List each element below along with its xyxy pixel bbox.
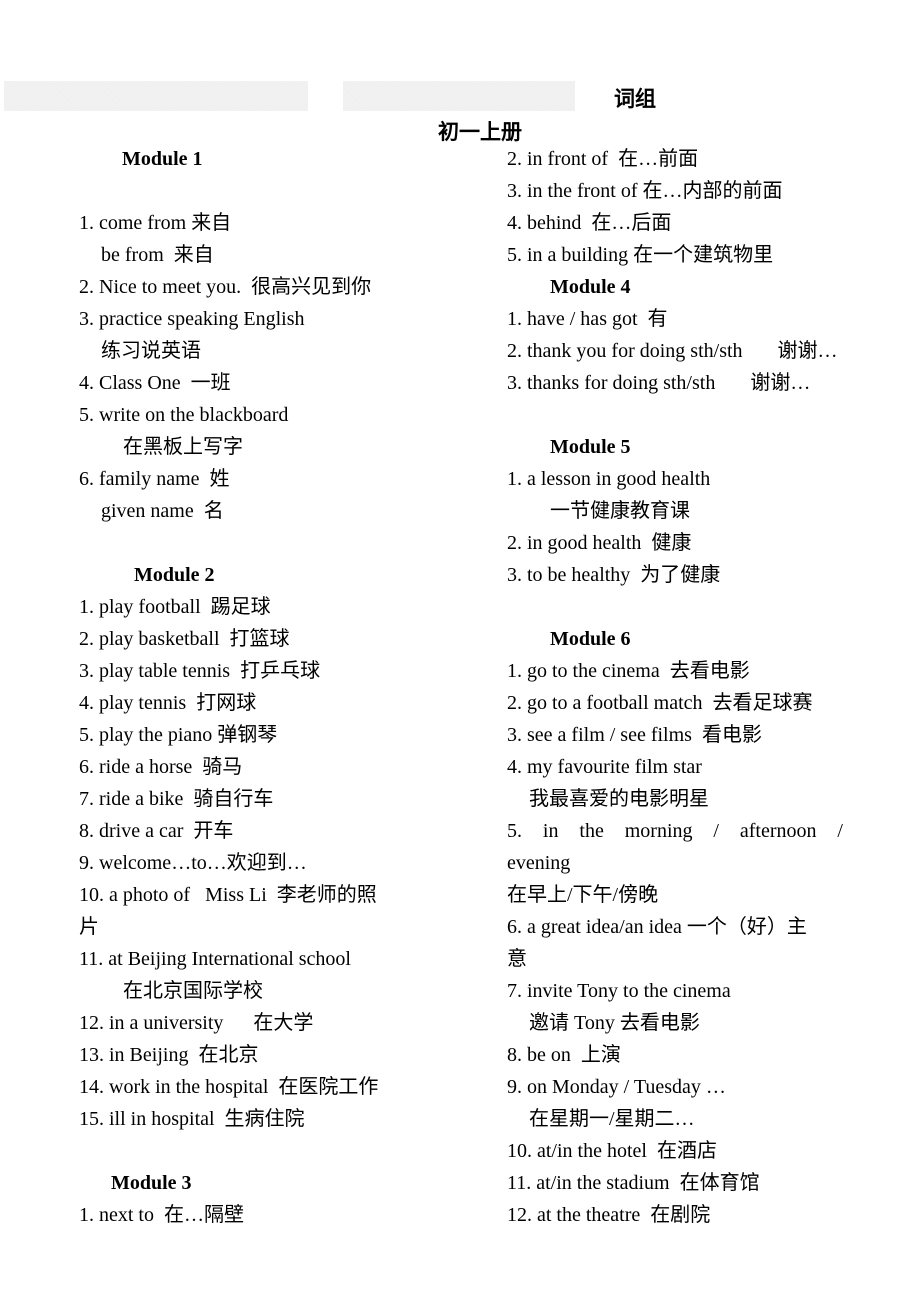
phrase-line: 在北京国际学校	[123, 980, 263, 1002]
phrase-line: 2. go to a football match 去看足球赛	[507, 692, 813, 714]
phrase-line: 10. a photo of Miss Li 李老师的照	[79, 884, 377, 906]
module-heading: Module 6	[550, 628, 631, 650]
phrase-line: 13. in Beijing 在北京	[79, 1044, 259, 1066]
phrase-line: 3. thanks for doing sth/sth 谢谢…	[507, 372, 811, 394]
phrase-line: 4. Class One 一班	[79, 372, 231, 394]
phrase-line: 7. ride a bike 骑自行车	[79, 788, 274, 810]
module-heading: Module 2	[134, 564, 215, 586]
phrase-line: 1. have / has got 有	[507, 308, 668, 330]
phrase-line: 在早上/下午/傍晚	[507, 884, 659, 906]
module-heading: Module 5	[550, 436, 631, 458]
phrase-line: 5. play the piano 弹钢琴	[79, 724, 278, 746]
phrase-line: 4. my favourite film star	[507, 756, 702, 778]
module-heading: Module 3	[111, 1172, 192, 1194]
page-title: 词组	[614, 87, 656, 111]
phrase-line: 2. thank you for doing sth/sth 谢谢…	[507, 340, 838, 362]
phrase-line: 1. come from 来自	[79, 212, 232, 234]
phrase-line: 5. write on the blackboard	[79, 404, 289, 426]
phrase-line: 3. in the front of 在…内部的前面	[507, 180, 783, 202]
phrase-line: given name 名	[101, 500, 224, 522]
phrase-line: 1. play football 踢足球	[79, 596, 271, 618]
phrase-line: be from 来自	[101, 244, 214, 266]
module-heading: Module 4	[550, 276, 631, 298]
phrase-line: 8. be on 上演	[507, 1044, 621, 1066]
phrase-line: 3. see a film / see films 看电影	[507, 724, 762, 746]
module-heading: Module 1	[122, 148, 203, 170]
phrase-line: 1. go to the cinema 去看电影	[507, 660, 750, 682]
phrase-line: 8. drive a car 开车	[79, 820, 234, 842]
phrase-line: 6. ride a horse 骑马	[79, 756, 243, 778]
phrase-line: 3. practice speaking English	[79, 308, 305, 330]
phrase-line: 1. a lesson in good health	[507, 468, 711, 490]
page-subtitle: 初一上册	[438, 120, 522, 144]
watermark-band	[343, 81, 575, 111]
phrase-line: 片	[79, 916, 99, 938]
phrase-line: 11. at/in the stadium 在体育馆	[507, 1172, 760, 1194]
phrase-line: evening	[507, 852, 571, 874]
phrase-line: 4. play tennis 打网球	[79, 692, 257, 714]
phrase-line: 在黑板上写字	[123, 436, 243, 458]
phrase-line: 5. in the morning / afternoon /	[507, 820, 843, 842]
phrase-line: 15. ill in hospital 生病住院	[79, 1108, 305, 1130]
phrase-line: 10. at/in the hotel 在酒店	[507, 1140, 717, 1162]
phrase-line: 3. to be healthy 为了健康	[507, 564, 721, 586]
phrase-line: 在星期一/星期二…	[529, 1108, 695, 1130]
phrase-line: 5. in a building 在一个建筑物里	[507, 244, 774, 266]
phrase-line: 6. family name 姓	[79, 468, 230, 490]
phrase-line: 一节健康教育课	[550, 500, 690, 522]
phrase-line: 意	[507, 948, 527, 970]
phrase-line: 14. work in the hospital 在医院工作	[79, 1076, 379, 1098]
watermark-band	[4, 81, 308, 111]
phrase-line: 7. invite Tony to the cinema	[507, 980, 731, 1002]
phrase-line: 我最喜爱的电影明星	[529, 788, 709, 810]
phrase-line: 1. next to 在…隔壁	[79, 1204, 244, 1226]
phrase-line: 11. at Beijing International school	[79, 948, 351, 970]
phrase-line: 2. in good health 健康	[507, 532, 692, 554]
phrase-line: 3. play table tennis 打乒乓球	[79, 660, 321, 682]
phrase-line: 9. on Monday / Tuesday …	[507, 1076, 726, 1098]
phrase-line: 9. welcome…to…欢迎到…	[79, 852, 307, 874]
phrase-line: 邀请 Tony 去看电影	[529, 1012, 700, 1034]
phrase-line: 2. in front of 在…前面	[507, 148, 699, 170]
phrase-line: 4. behind 在…后面	[507, 212, 672, 234]
phrase-line: 2. play basketball 打篮球	[79, 628, 290, 650]
phrase-line: 练习说英语	[101, 340, 201, 362]
phrase-line: 2. Nice to meet you. 很高兴见到你	[79, 276, 372, 298]
phrase-line: 12. in a university 在大学	[79, 1012, 314, 1034]
phrase-line: 12. at the theatre 在剧院	[507, 1204, 711, 1226]
phrase-line: 6. a great idea/an idea 一个（好）主	[507, 916, 807, 938]
